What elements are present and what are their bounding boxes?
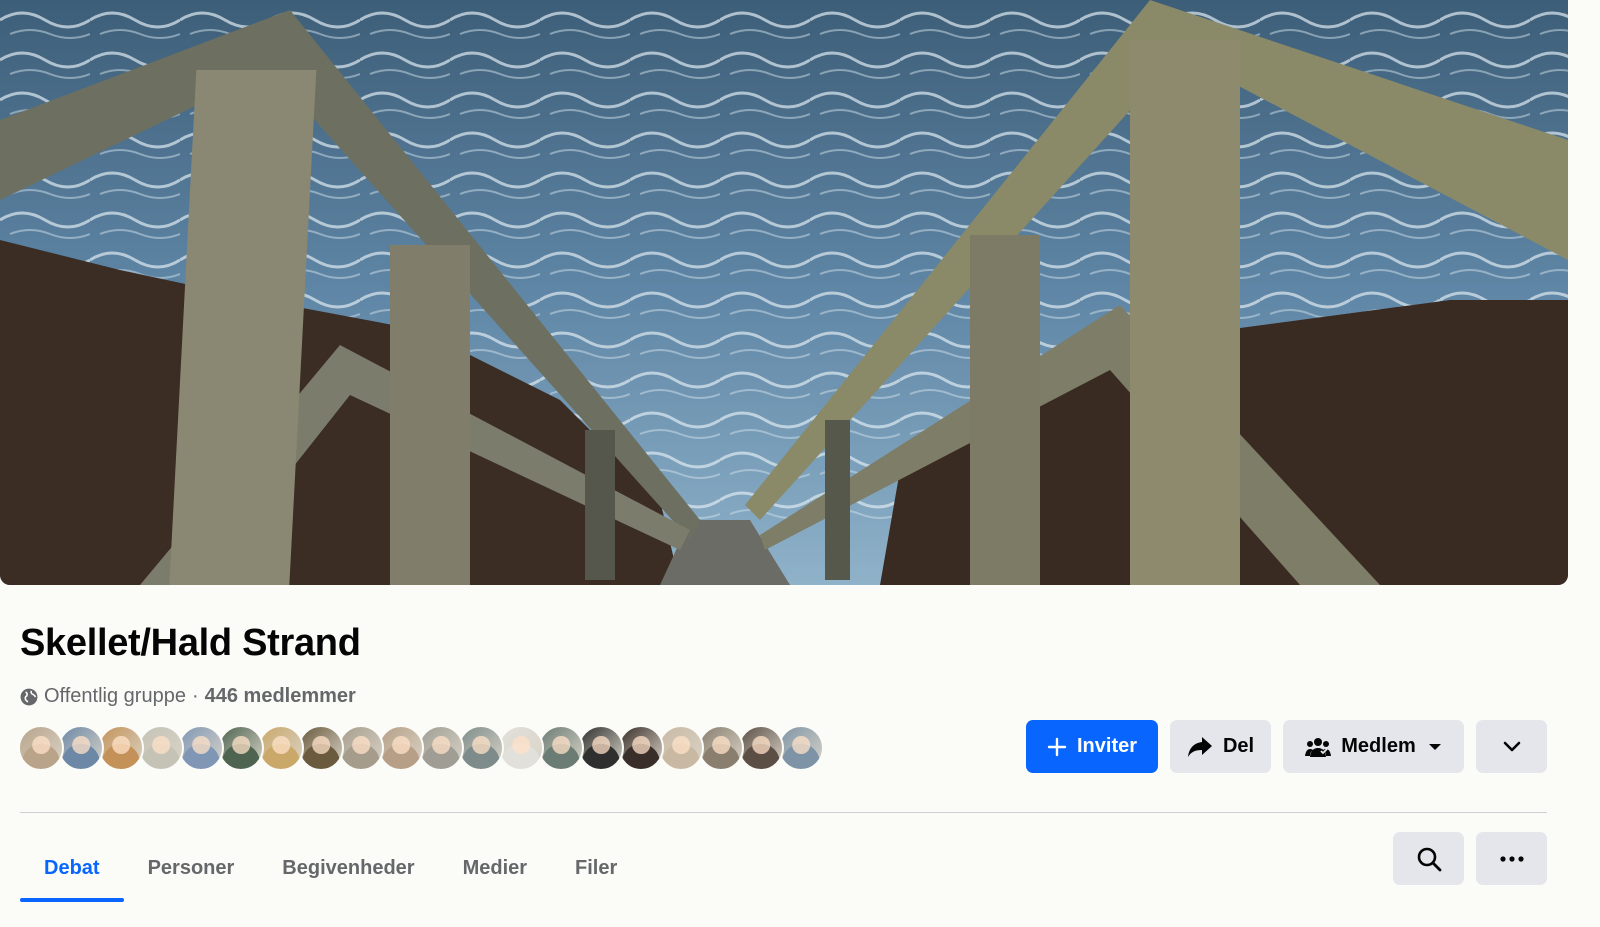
member-avatars[interactable] (18, 725, 824, 771)
member-avatar[interactable] (338, 725, 384, 771)
member-avatar[interactable] (98, 725, 144, 771)
member-avatar[interactable] (138, 725, 184, 771)
chevron-down-icon (1503, 741, 1520, 751)
share-label: Del (1222, 735, 1255, 757)
member-avatar[interactable] (218, 725, 264, 771)
member-button[interactable]: Medlem (1283, 720, 1464, 773)
search-icon (1417, 847, 1441, 871)
member-avatar[interactable] (658, 725, 704, 771)
tab-medier[interactable]: Medier (439, 834, 551, 902)
plus-icon (1047, 737, 1067, 756)
member-avatar[interactable] (698, 725, 744, 771)
more-dots-icon (1499, 855, 1524, 862)
group-meta: Offentlig gruppe · 446 medlemmer (20, 685, 356, 708)
group-title[interactable]: Skellet/Hald Strand (20, 622, 361, 665)
group-tabs: Debat Personer Begivenheder Medier Filer (20, 834, 641, 902)
more-options-button[interactable] (1476, 832, 1547, 885)
people-icon (1305, 737, 1332, 757)
tab-begivenheder[interactable]: Begivenheder (258, 834, 438, 902)
globe-icon (20, 688, 38, 705)
member-avatar[interactable] (378, 725, 424, 771)
member-count[interactable]: 446 medlemmer (205, 685, 356, 708)
invite-label: Inviter (1076, 735, 1138, 757)
search-button[interactable] (1393, 832, 1464, 885)
member-avatar[interactable] (738, 725, 784, 771)
member-avatar[interactable] (618, 725, 664, 771)
tab-label: Begivenheder (282, 856, 415, 879)
meta-separator: · (191, 685, 199, 707)
group-privacy[interactable]: Offentlig gruppe (44, 685, 186, 708)
cover-photo[interactable] (0, 0, 1568, 585)
member-avatar[interactable] (498, 725, 544, 771)
member-avatar[interactable] (578, 725, 624, 771)
member-avatar[interactable] (258, 725, 304, 771)
tab-debat[interactable]: Debat (20, 834, 124, 902)
member-avatar[interactable] (538, 725, 584, 771)
header-divider (20, 812, 1547, 813)
tab-label: Personer (147, 856, 235, 879)
member-label: Medlem (1341, 735, 1416, 757)
share-arrow-icon (1187, 736, 1212, 757)
share-button[interactable]: Del (1170, 720, 1271, 773)
caret-down-icon (1428, 743, 1441, 750)
invite-button[interactable]: Inviter (1026, 720, 1158, 773)
member-avatar[interactable] (178, 725, 224, 771)
member-avatar[interactable] (298, 725, 344, 771)
tab-label: Debat (44, 856, 100, 879)
member-avatar[interactable] (418, 725, 464, 771)
member-avatar[interactable] (58, 725, 104, 771)
tab-personer[interactable]: Personer (124, 834, 259, 902)
tab-filer[interactable]: Filer (551, 834, 641, 902)
member-avatar[interactable] (18, 725, 64, 771)
cover-photo-image (0, 0, 1568, 585)
tab-label: Medier (462, 856, 528, 879)
member-avatar[interactable] (458, 725, 504, 771)
member-avatar[interactable] (778, 725, 824, 771)
tab-label: Filer (575, 856, 618, 879)
more-options-dropdown-button[interactable] (1476, 720, 1547, 773)
